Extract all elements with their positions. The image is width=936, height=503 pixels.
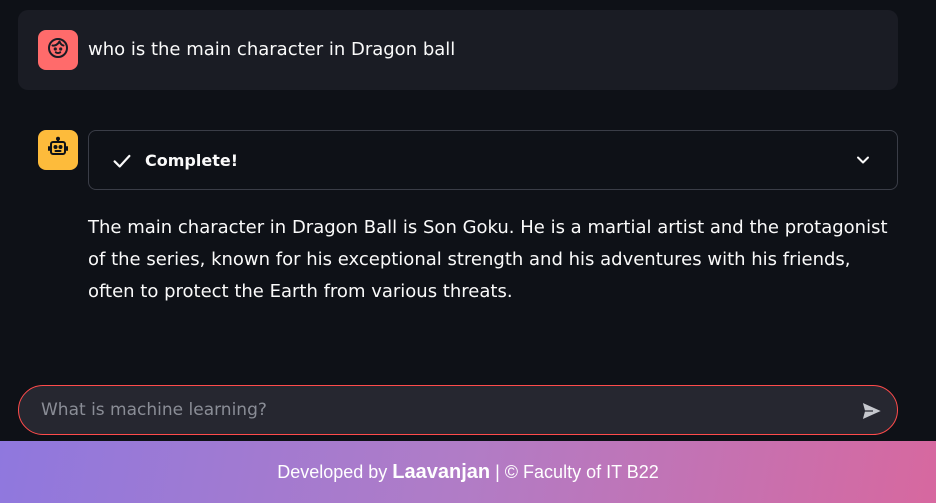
status-label: Complete!	[145, 151, 238, 170]
chat-input-container[interactable]	[18, 385, 898, 435]
footer-suffix: | © Faculty of IT B22	[490, 461, 659, 482]
robot-icon	[46, 136, 70, 164]
user-message: who is the main character in Dragon ball	[18, 10, 898, 90]
assistant-avatar	[38, 130, 78, 170]
user-message-text: who is the main character in Dragon ball	[88, 39, 456, 60]
status-expander[interactable]: Complete!	[88, 130, 898, 190]
footer: Developed by Laavanjan | © Faculty of IT…	[0, 441, 936, 503]
chat-input[interactable]	[39, 386, 839, 434]
send-icon[interactable]	[859, 398, 885, 424]
assistant-response: The main character in Dragon Ball is Son…	[88, 217, 888, 302]
footer-author: Laavanjan	[392, 460, 491, 483]
user-avatar	[38, 30, 78, 70]
footer-prefix: Developed by	[277, 461, 393, 482]
chevron-down-icon[interactable]	[853, 150, 873, 170]
check-icon	[111, 150, 133, 172]
face-icon	[46, 36, 70, 64]
